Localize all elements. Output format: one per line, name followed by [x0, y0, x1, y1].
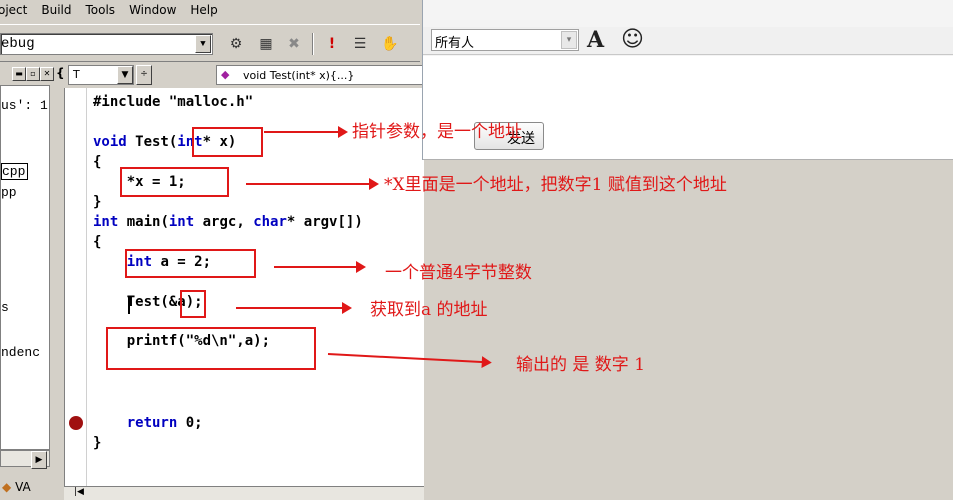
chat-toolbar: 所有人 ▾ A ☺	[423, 27, 953, 55]
hand-icon[interactable]: ✋	[380, 34, 400, 54]
workspace-tab[interactable]: ◆ VA	[0, 476, 52, 500]
chat-history	[429, 0, 939, 10]
code-line: return 0;	[126, 415, 203, 431]
annotation-box-int-param	[192, 127, 263, 157]
chevron-down-icon[interactable]: ▼	[117, 66, 133, 84]
code-line: {	[93, 234, 102, 250]
smiley-icon[interactable]: ☺	[621, 27, 644, 52]
code-line: {	[93, 154, 102, 170]
close-icon[interactable]: ✕	[40, 67, 54, 81]
tree-item-selected[interactable]: cpp	[1, 163, 29, 180]
tree-item[interactable]: ndenc	[1, 345, 40, 360]
maximize-icon[interactable]: ▫	[26, 67, 40, 81]
go-icon[interactable]: ☰	[350, 34, 370, 54]
chevron-down-icon[interactable]: ▼	[195, 35, 211, 53]
menu-help[interactable]: Help	[190, 3, 217, 17]
workspace-tree[interactable]: us': 1 cpp pp s ndenc	[0, 85, 50, 450]
code-line: }	[93, 435, 102, 451]
member-combo-value: void Test(int* x){...}	[243, 69, 355, 82]
editor-navigation-bar: { T ▼ ÷ ◆ void Test(int* x){...}	[56, 64, 486, 86]
annotation-arrow	[264, 126, 348, 138]
workspace-tab-label: VA	[15, 480, 31, 494]
va-icon: ◆	[2, 480, 12, 494]
editor-scrollbar[interactable]: |◀	[64, 486, 424, 500]
execute-icon[interactable]: !	[322, 34, 342, 54]
annotation-text: 获取到a 的地址	[370, 300, 488, 320]
menu-build[interactable]: Build	[41, 3, 71, 17]
recipient-select[interactable]: 所有人 ▾	[431, 29, 579, 51]
code-line: int main(int argc, char* argv[])	[93, 214, 363, 230]
code-line: }	[93, 194, 102, 210]
annotation-box-address	[180, 290, 206, 318]
recipient-value: 所有人	[435, 36, 475, 51]
class-combo-value: T	[73, 68, 80, 81]
chevron-right-icon[interactable]: ▶	[31, 451, 47, 469]
annotation-text: *X里面是一个地址，把数字1 赋值到这个地址	[384, 175, 727, 195]
restore-icon[interactable]: ▬	[12, 67, 26, 81]
editor-gutter[interactable]	[65, 88, 87, 488]
code-line: #include "malloc.h"	[93, 94, 254, 110]
annotation-arrow	[274, 261, 366, 273]
workspace-pane: ▬ ▫ ✕ us': 1 cpp pp s ndenc ▶ ◆ VA	[0, 62, 56, 500]
workspace-header: ▬ ▫ ✕	[0, 65, 56, 83]
class-view-icon: {	[56, 66, 65, 80]
chevron-down-icon[interactable]: ▾	[561, 31, 577, 49]
scroll-left-icon[interactable]: |◀	[74, 487, 84, 497]
menu-tools[interactable]: Tools	[86, 3, 116, 17]
font-icon[interactable]: A	[587, 27, 604, 53]
annotation-box-int-a	[125, 249, 256, 278]
tree-item[interactable]: pp	[1, 185, 17, 200]
compile-icon[interactable]: ⚙	[226, 34, 246, 54]
tree-item[interactable]: s	[1, 300, 9, 315]
build-icon[interactable]: ▦	[256, 34, 276, 54]
menu-window[interactable]: Window	[129, 3, 176, 17]
annotation-arrow	[246, 178, 379, 190]
build-config-value: ebug	[1, 36, 35, 52]
stop-build-icon[interactable]: ✖	[284, 34, 304, 54]
breakpoint-icon[interactable]	[69, 416, 83, 430]
annotation-text: 输出的 是 数字 1	[516, 355, 646, 375]
annotation-text: 指针参数，是一个地址	[352, 122, 522, 142]
toolbar-separator	[312, 33, 314, 55]
annotation-text: 一个普通4字节整数	[385, 263, 532, 283]
annotation-box-printf	[106, 327, 316, 370]
build-config-combo[interactable]: ebug ▼	[0, 33, 213, 55]
class-combo[interactable]: T ▼	[68, 65, 134, 85]
toolbar: ebug ▼ ⚙ ▦ ✖ ! ☰ ✋	[0, 24, 420, 62]
text-caret	[128, 296, 130, 314]
tree-item[interactable]: us': 1	[1, 98, 48, 113]
menu-bar: oject Build Tools Window Help	[0, 0, 430, 20]
annotation-arrow	[236, 302, 352, 314]
workspace-scrollbar[interactable]: ▶	[0, 450, 50, 469]
spin-button[interactable]: ÷	[136, 65, 152, 85]
menu-project[interactable]: oject	[0, 3, 27, 17]
method-icon: ◆	[221, 68, 230, 81]
annotation-box-assign	[120, 167, 229, 197]
